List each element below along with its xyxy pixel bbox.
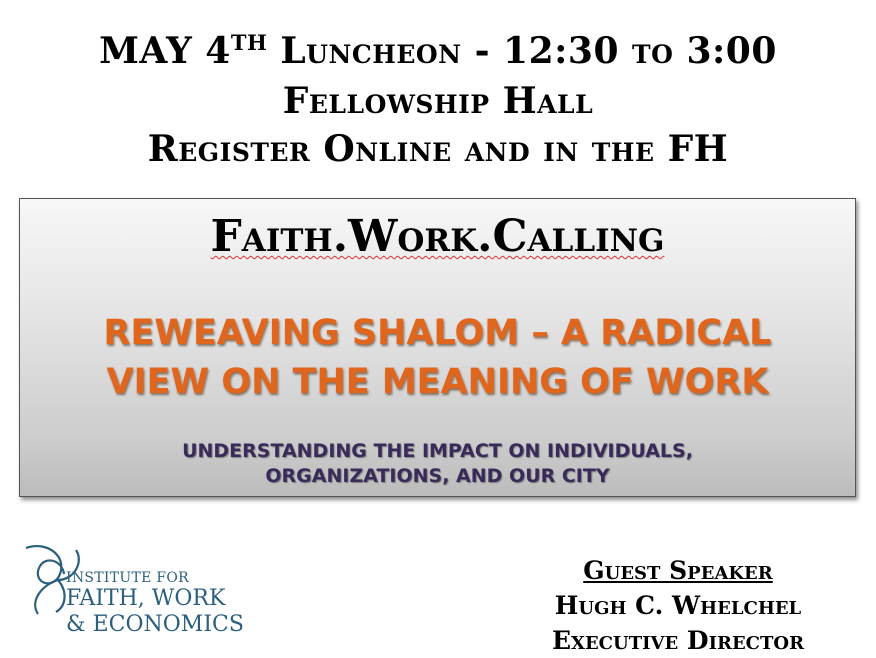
speaker-heading: Guest Speaker [583,556,773,585]
logo-wordmark: INSTITUTE FOR FAITH, WORK & ECONOMICS [66,570,244,638]
event-time: Luncheon - 12:30 to 3:00 [267,30,777,72]
logo-line1: INSTITUTE FOR [66,570,190,586]
talk-title-line2: VIEW ON THE MEANING OF WORK [106,362,769,402]
speaker-block: Guest Speaker Hugh C. Whelchel Executive… [500,553,856,658]
talk-title-line1: REWEAVING SHALOM – A RADICAL [103,313,772,353]
talk-tagline-line1: UNDERSTANDING THE IMPACT ON INDIVIDUALS, [182,440,693,462]
speaker-title: Executive Director [551,626,805,655]
event-panel: Faith.Work.Calling REWEAVING SHALOM – A … [19,198,856,497]
date-suffix: TH [230,30,268,55]
speaker-name: Hugh C. Whelchel [554,591,802,620]
talk-tagline: UNDERSTANDING THE IMPACT ON INDIVIDUALS,… [20,439,855,489]
panel-title: Faith.Work.Calling [210,211,665,262]
talk-title: REWEAVING SHALOM – A RADICAL VIEW ON THE… [20,309,855,407]
event-date: MAY 4 [99,30,231,72]
talk-tagline-line2: ORGANIZATIONS, AND OUR CITY [265,465,610,487]
event-date-time: MAY 4TH Luncheon - 12:30 to 3:00 [0,30,876,72]
registration-info: Register Online and in the FH [147,128,729,170]
event-location: Fellowship Hall [282,80,594,122]
ifwe-logo: INSTITUTE FOR FAITH, WORK & ECONOMICS [18,540,268,652]
logo-line3: & ECONOMICS [66,612,244,637]
logo-line2: FAITH, WORK [66,586,226,611]
